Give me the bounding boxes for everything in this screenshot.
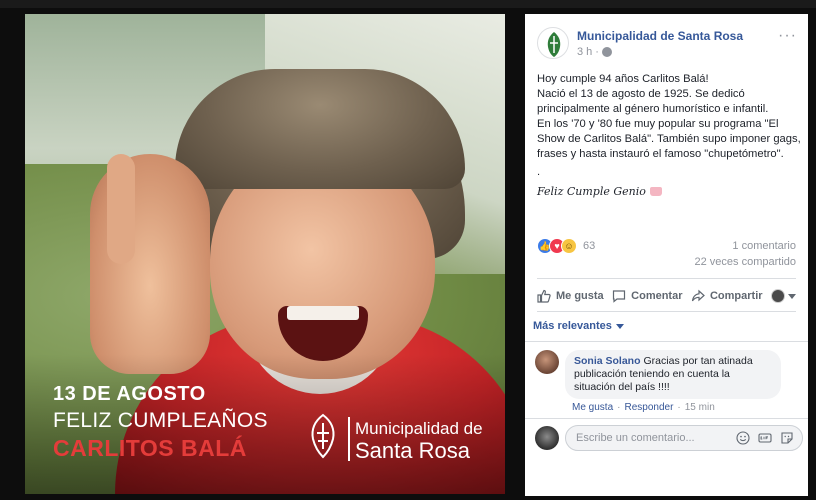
- globe-icon: [601, 47, 612, 57]
- gif-icon[interactable]: [758, 431, 772, 445]
- post-header: Municipalidad de Santa Rosa 3 h · ···: [537, 25, 797, 65]
- page-avatar[interactable]: [537, 27, 569, 59]
- reaction-count: 63: [583, 240, 596, 252]
- separator-dot: ·: [677, 402, 681, 413]
- comment-actions: Me gusta · Responder · 15 min: [572, 402, 715, 413]
- post-time[interactable]: 3 h: [577, 46, 592, 58]
- signature: Feliz Cumple Genio: [537, 184, 805, 199]
- comment-reply-link[interactable]: Responder: [624, 402, 673, 413]
- chevron-down-icon: [788, 293, 796, 299]
- comment-like-link[interactable]: Me gusta: [572, 402, 613, 413]
- comment-icon: [613, 290, 626, 303]
- divider: [537, 278, 796, 279]
- comment-input-placeholder: Escribe un comentario...: [576, 432, 695, 444]
- comment-label: Comentar: [631, 290, 683, 302]
- current-user-avatar[interactable]: [535, 426, 559, 450]
- municipality-logo-icon: [311, 413, 335, 459]
- comment-author[interactable]: Sonia Solano: [574, 355, 641, 367]
- post-panel: Municipalidad de Santa Rosa 3 h · ··· Ho…: [525, 14, 808, 496]
- comments-filter-label: Más relevantes: [533, 320, 612, 332]
- banner-org-small: Municipalidad de: [355, 419, 483, 438]
- divider: [525, 418, 808, 419]
- banner-name: CARLITOS BALÁ: [53, 435, 247, 461]
- user-avatar-small: [771, 289, 785, 303]
- more-options-icon[interactable]: ···: [778, 27, 797, 45]
- comment-time[interactable]: 15 min: [685, 402, 715, 413]
- post-line: En los '70 y '80 fue muy popular su prog…: [537, 118, 801, 160]
- comment-input[interactable]: Escribe un comentario...: [565, 425, 803, 451]
- sticker-icon[interactable]: [780, 431, 794, 445]
- like-button[interactable]: Me gusta: [537, 289, 604, 303]
- composer-icons: [736, 431, 794, 445]
- post-line: Nació el 13 de agosto de 1925. Se dedicó…: [537, 88, 769, 115]
- logo-divider: [348, 417, 350, 461]
- comments-filter[interactable]: Más relevantes: [533, 320, 624, 332]
- like-label: Me gusta: [556, 290, 604, 302]
- meta-dot: ·: [595, 46, 599, 58]
- post-line: .: [537, 166, 541, 178]
- page-name-link[interactable]: Municipalidad de Santa Rosa: [577, 29, 743, 43]
- page-logo-icon: [547, 32, 561, 57]
- post-meta: 3 h ·: [577, 46, 612, 58]
- comment-avatar[interactable]: [535, 350, 559, 374]
- banner-org-big: Santa Rosa: [355, 438, 470, 463]
- share-icon: [691, 289, 705, 302]
- banner-date: 13 DE AGOSTO: [53, 383, 206, 405]
- haha-reaction-icon: ☺: [561, 238, 577, 254]
- share-button[interactable]: Compartir: [691, 289, 763, 303]
- banner-greeting: FELIZ CUMPLEAÑOS: [53, 409, 268, 432]
- top-bar: [0, 0, 816, 8]
- signature-text: Feliz Cumple Genio: [537, 185, 646, 198]
- like-icon: [537, 289, 551, 303]
- post-line: Hoy cumple 94 años Carlitos Balá!: [537, 73, 709, 85]
- shares-count-link[interactable]: 22 veces compartido: [695, 256, 797, 268]
- viewer: 13 DE AGOSTO FELIZ CUMPLEAÑOS CARLITOS B…: [0, 0, 816, 500]
- cake-icon: [649, 187, 662, 196]
- separator-dot: ·: [617, 402, 621, 413]
- audience-selector[interactable]: [771, 289, 796, 303]
- comment-button[interactable]: Comentar: [612, 289, 683, 303]
- comment-composer: Escribe un comentario...: [535, 425, 803, 451]
- photo-teeth: [287, 306, 359, 320]
- divider: [537, 311, 796, 312]
- photo-finger: [107, 154, 135, 264]
- photo-fringe: [175, 69, 465, 189]
- emoji-icon[interactable]: [736, 431, 750, 445]
- share-label: Compartir: [709, 290, 763, 302]
- post-actions: Me gusta Comentar Compartir: [537, 286, 796, 306]
- comment-bubble: Sonia Solano Gracias por tan atinada publ…: [565, 350, 781, 399]
- post-text: Hoy cumple 94 años Carlitos Balá! Nació …: [537, 72, 805, 199]
- divider: [525, 341, 808, 342]
- comments-count-link[interactable]: 1 comentario: [732, 240, 796, 252]
- chevron-down-icon: [615, 323, 624, 329]
